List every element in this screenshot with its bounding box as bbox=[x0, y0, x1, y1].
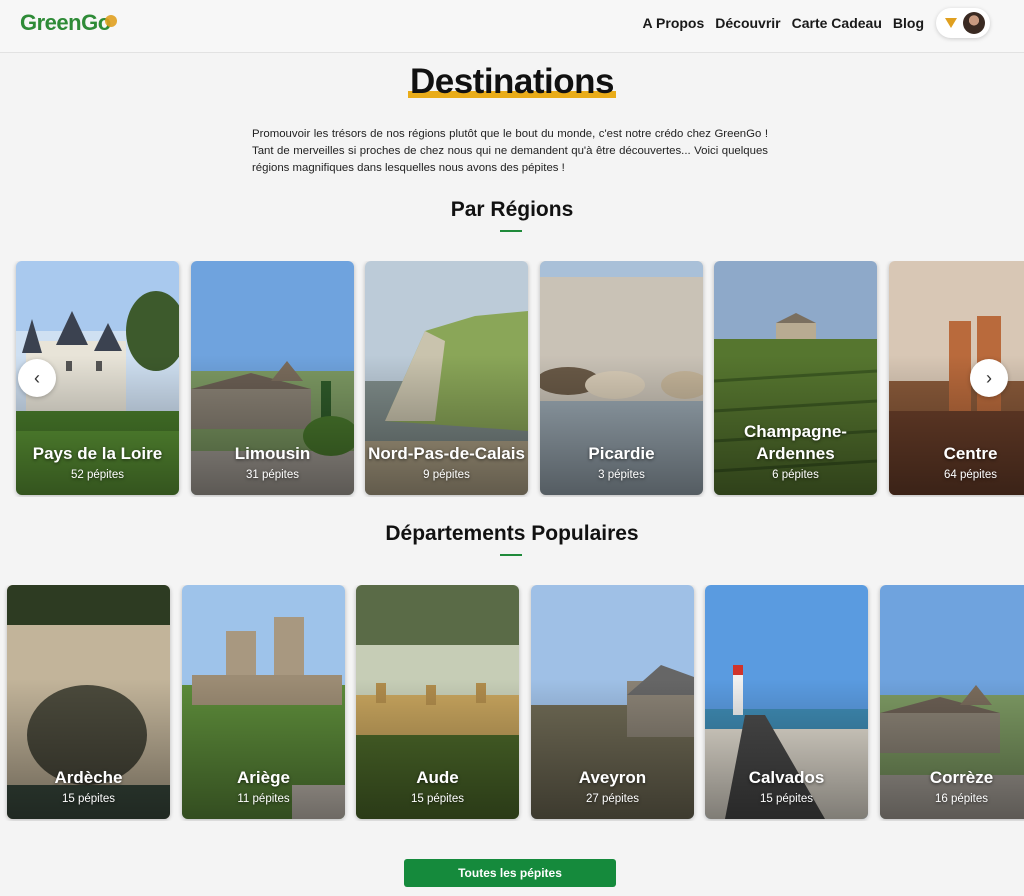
department-count: 15 pépites bbox=[410, 793, 465, 805]
department-count: 11 pépites bbox=[237, 793, 290, 805]
site-header: GreenGo A Propos Découvrir Carte Cadeau … bbox=[0, 0, 1024, 53]
department-count: 15 pépites bbox=[61, 793, 116, 805]
greengo-logo[interactable]: GreenGo bbox=[20, 10, 117, 36]
department-card-correze[interactable]: Corrèze 16 pépites bbox=[880, 585, 1024, 819]
all-pepites-button[interactable]: Toutes les pépites bbox=[404, 859, 616, 887]
avatar bbox=[963, 12, 985, 34]
region-name: Limousin bbox=[234, 444, 311, 463]
region-count: 9 pépites bbox=[423, 469, 470, 481]
region-count: 52 pépites bbox=[70, 469, 125, 481]
department-name: Corrèze bbox=[929, 768, 994, 787]
nav-blog[interactable]: Blog bbox=[893, 15, 924, 31]
department-card-ardeche[interactable]: Ardèche 15 pépites bbox=[7, 585, 170, 819]
department-name: Aveyron bbox=[578, 768, 647, 787]
regions-heading-underline bbox=[500, 230, 522, 232]
logo-text: GreenGo bbox=[20, 10, 111, 35]
region-count: 6 pépites bbox=[772, 469, 819, 481]
department-name: Aude bbox=[416, 768, 459, 787]
region-card-picardie[interactable]: Picardie 3 pépites bbox=[540, 261, 703, 495]
region-count: 64 pépites bbox=[943, 469, 998, 481]
department-card-calvados[interactable]: Calvados 15 pépites bbox=[705, 585, 868, 819]
department-card-aveyron[interactable]: Aveyron 27 pépites bbox=[531, 585, 694, 819]
region-name: Picardie bbox=[588, 444, 655, 463]
department-count: 16 pépites bbox=[934, 793, 989, 805]
region-count: 3 pépites bbox=[598, 469, 645, 481]
departments-carousel: Ardèche 15 pépites Ariège 11 pépites Aud… bbox=[0, 585, 1024, 821]
regions-carousel: Pays de la Loire 52 pépites Limousin 31 … bbox=[0, 261, 1024, 497]
department-name: Ardèche bbox=[54, 768, 123, 787]
nav-decouvrir[interactable]: Découvrir bbox=[715, 15, 780, 31]
region-card-champagne-ardennes[interactable]: Champagne-Ardennes 6 pépites bbox=[714, 261, 877, 495]
region-name: Centre bbox=[943, 444, 998, 463]
nav-carte-cadeau[interactable]: Carte Cadeau bbox=[792, 15, 882, 31]
department-card-aude[interactable]: Aude 15 pépites bbox=[356, 585, 519, 819]
departments-heading: Départements Populaires bbox=[385, 522, 639, 545]
region-card-limousin[interactable]: Limousin 31 pépites bbox=[191, 261, 354, 495]
region-name: Nord-Pas-de-Calais bbox=[368, 444, 525, 463]
carousel-next-button[interactable]: › bbox=[970, 359, 1008, 397]
department-count: 27 pépites bbox=[585, 793, 640, 805]
logo-sun-icon bbox=[104, 15, 117, 27]
caret-down-icon bbox=[945, 18, 957, 28]
page-title-wrap: Destinations bbox=[0, 62, 1024, 102]
region-name: Champagne-Ardennes bbox=[744, 422, 847, 463]
department-name: Ariège bbox=[237, 768, 290, 787]
region-name: Pays de la Loire bbox=[32, 444, 163, 463]
region-count: 31 pépites bbox=[245, 469, 300, 481]
intro-text: Promouvoir les trésors de nos régions pl… bbox=[252, 128, 768, 174]
user-menu-button[interactable] bbox=[936, 8, 990, 38]
department-count: 15 pépites bbox=[759, 793, 814, 805]
departments-heading-underline bbox=[500, 554, 522, 556]
region-card-nord-pas-de-calais[interactable]: Nord-Pas-de-Calais 9 pépites bbox=[365, 261, 528, 495]
page-title: Destinations bbox=[407, 62, 617, 102]
regions-heading: Par Régions bbox=[450, 198, 574, 221]
chevron-left-icon: ‹ bbox=[34, 367, 40, 388]
nav-a-propos[interactable]: A Propos bbox=[643, 15, 705, 31]
carousel-prev-button[interactable]: ‹ bbox=[18, 359, 56, 397]
department-name: Calvados bbox=[748, 768, 825, 787]
main-nav: A Propos Découvrir Carte Cadeau Blog bbox=[643, 15, 924, 31]
chevron-right-icon: › bbox=[986, 367, 992, 388]
department-card-ariege[interactable]: Ariège 11 pépites bbox=[182, 585, 345, 819]
